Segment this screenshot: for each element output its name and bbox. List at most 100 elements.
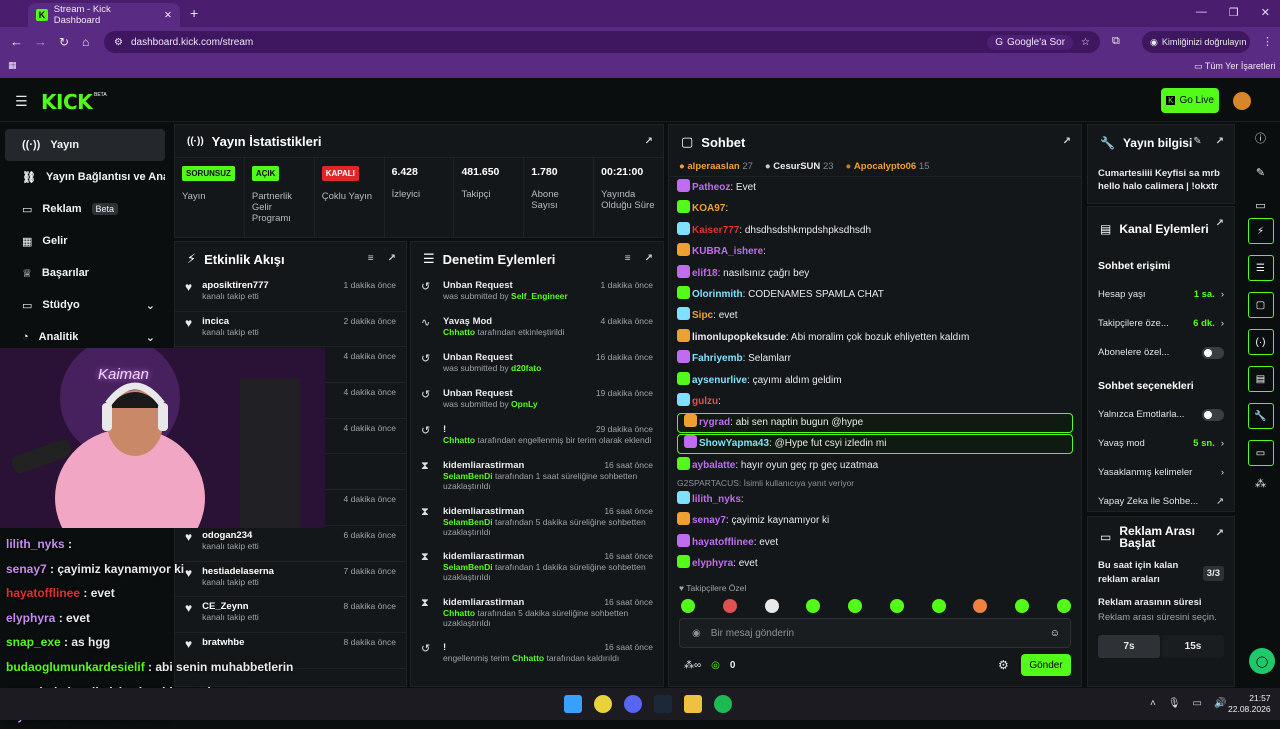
channel-toggle-icon[interactable]: ▤ [1247,366,1274,392]
extensions-icon[interactable]: ⧉ [1112,35,1120,48]
support-chat-icon[interactable]: ◯ [1249,648,1275,674]
profile-button[interactable]: ◉ Kimliğinizi doğrulayın [1142,31,1250,53]
wrench-toggle-icon[interactable]: 🔧 [1247,403,1274,429]
chat-username[interactable]: hayatofflinee [692,537,754,548]
emote-icon[interactable] [806,599,821,613]
chrome-icon[interactable] [594,695,612,713]
duration-option-15s[interactable]: 15s [1162,635,1224,658]
sidebar-item-basarilar[interactable]: ♕ Başarılar [5,257,165,289]
ad-toggle-icon[interactable]: ▭ [1247,440,1274,466]
filter-icon[interactable]: ≡ [368,253,374,264]
clock[interactable]: 21:57 22.08.2026 [1228,693,1271,715]
emote-icon[interactable] [889,599,904,613]
spotify-icon[interactable] [714,695,732,713]
subscribers-only-toggle[interactable] [1202,346,1224,359]
emote-icon[interactable] [764,599,779,613]
mod-action-user[interactable]: Chhatto [512,653,544,663]
reload-icon[interactable]: ↻ [59,35,69,49]
popout-icon[interactable]: ↗ [1063,136,1071,147]
mod-action-item[interactable]: ⧗ kidemliarastirman 16 saat önce Chhatto ta… [411,593,663,639]
setting-account-age[interactable]: Hesap yaşı 1 sa. › [1088,280,1234,309]
user-avatar[interactable] [1233,92,1251,110]
activity-item[interactable]: ♥ incica kanalı takip etti 2 dakika önce [175,312,406,348]
window-icon[interactable]: ▭ [1241,199,1280,212]
chat-message[interactable]: aysenurlive: çayımı aldım geldim [677,370,1073,391]
chat-message[interactable]: lilith_nyks: [677,489,1073,510]
chat-message[interactable]: elyphyra: evet [677,553,1073,574]
popout-icon[interactable]: ↗ [388,253,396,264]
home-icon[interactable]: ⌂ [82,35,89,49]
mod-action-item[interactable]: ↺ Unban Request 19 dakika önce was submitte… [411,384,663,420]
chat-message[interactable]: Sipc: evet [677,305,1073,326]
chat-username[interactable]: rygrad [699,417,730,428]
popout-icon[interactable]: ↗ [1216,136,1224,148]
settings-gear-icon[interactable]: ⚙ [998,658,1009,672]
steam-icon[interactable] [654,695,672,713]
network-icon[interactable]: ▭ [1193,698,1202,709]
chevron-up-icon[interactable]: ˄ [1150,698,1156,709]
mod-action-item[interactable]: ⧗ kidemliarastirman 16 saat önce SelamBenDi… [411,502,663,548]
setting-banned-words[interactable]: Yasaklanmış kelimeler › [1088,458,1234,487]
chat-message[interactable]: KUBRA_ishere: [677,241,1073,262]
chat-username[interactable]: Fahriyemb [692,353,743,364]
site-info-icon[interactable]: ⚙ [114,37,123,48]
tab-close-icon[interactable]: ✕ [164,10,172,21]
setting-slow-mode[interactable]: Yavaş mod 5 sn. › [1088,429,1234,458]
chat-message[interactable]: gulzu: [677,391,1073,412]
chat-username[interactable]: elif18 [692,268,718,279]
chat-message[interactable]: KOA97: [677,198,1073,219]
chat-username[interactable]: aybalatte [692,460,735,471]
mod-action-user[interactable]: Chhatto [443,608,475,618]
chat-username[interactable]: Kaiser777 [692,225,739,236]
mod-action-user[interactable]: d20fato [511,363,541,373]
emote-only-toggle[interactable] [1202,408,1224,421]
kick-logo[interactable]: KICK [41,90,93,114]
menu-icon[interactable]: ☰ [15,93,28,110]
infinity-icon[interactable]: ⁂∞ [684,660,701,671]
emote-icon[interactable] [1056,599,1071,613]
setting-followers-only[interactable]: Takipçilere öze... 6 dk. › [1088,309,1234,338]
send-button[interactable]: Gönder [1021,654,1071,676]
chat-message[interactable]: rygrad: abi sen naptin bugun @hype [677,413,1073,434]
duration-option-7s[interactable]: 7s [1098,635,1160,658]
chat-username[interactable]: KUBRA_ishere [692,246,763,257]
chat-message[interactable]: limonlupopkeksude: Abi moralim çok bozuk… [677,327,1073,348]
chat-username[interactable]: gulzu [692,396,718,407]
forward-icon[interactable]: → [34,34,47,49]
list-toggle-icon[interactable]: ☰ [1247,255,1274,281]
emote-icon[interactable] [931,599,946,613]
mod-action-user[interactable]: SelamBenDi [443,471,493,481]
file-explorer-icon[interactable] [684,695,702,713]
windows-start-icon[interactable] [564,695,582,713]
volume-icon[interactable]: 🔊 [1214,698,1226,709]
back-icon[interactable]: ← [10,34,23,49]
bookmark-star-icon[interactable]: ☆ [1081,37,1090,48]
mod-action-user[interactable]: SelamBenDi [443,517,493,527]
chat-username[interactable]: elyphyra [692,558,733,569]
mod-action-item[interactable]: ↺ Unban Request 1 dakika önce was submitted… [411,276,663,312]
chat-message[interactable]: Patheoz: Evet [677,177,1073,198]
url-bar[interactable]: ⚙ dashboard.kick.com/stream G Google'a So… [104,31,1100,53]
go-live-button[interactable]: K Go Live [1161,88,1219,113]
browser-menu-icon[interactable]: ⋮ [1262,35,1273,48]
all-bookmarks[interactable]: ▭ Tüm Yer İşaretleri [1194,61,1275,72]
emote-icon[interactable] [1015,599,1030,613]
activity-toggle-icon[interactable]: ⚡ [1247,218,1274,244]
mod-action-item[interactable]: ⧗ kidemliarastirman 16 saat önce SelamBenDi… [411,456,663,502]
edit-icon[interactable]: ✎ [1193,136,1201,148]
mod-action-user[interactable]: Chhatto [443,435,475,445]
emote-icon[interactable] [681,599,695,613]
restore-icon[interactable]: ❐ [1229,6,1239,19]
chat-username[interactable]: lilith_nyks [692,494,741,505]
sidebar-item-reklam[interactable]: ▭ Reklam Beta [5,193,165,225]
activity-item[interactable]: ♥ aposiktiren777 kanalı takip etti 1 dakika… [175,276,406,312]
mod-action-item[interactable]: ⧗ kidemliarastirman 16 saat önce SelamBenDi… [411,547,663,593]
chat-username[interactable]: Olorinmith [692,289,743,300]
info-icon[interactable]: ⓘ [1241,130,1280,146]
edit-icon[interactable]: ✎ [1241,166,1280,179]
discord-icon[interactable] [624,695,642,713]
mod-action-user[interactable]: Self_Engineer [511,291,568,301]
filter-icon[interactable]: ≡ [625,253,631,264]
chat-message[interactable]: elif18: nasılsınız çağrı bey [677,263,1073,284]
mod-action-item[interactable]: ↺ Unban Request 16 dakika önce was submitte… [411,348,663,384]
